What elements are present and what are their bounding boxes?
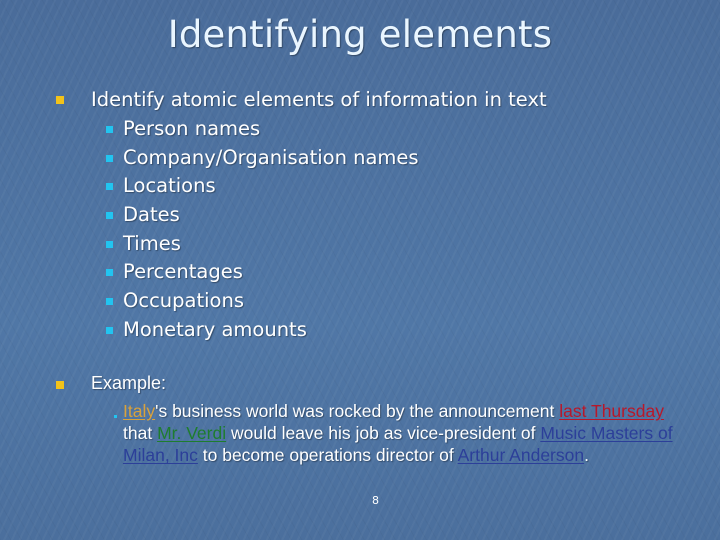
plain-text: would leave his job as vice-president of: [226, 423, 541, 443]
square-bullet-icon: [106, 269, 113, 276]
sub-item-text: Locations: [123, 174, 216, 197]
plain-text: .: [584, 445, 589, 465]
square-bullet-icon: [106, 212, 113, 219]
square-bullet-icon: [106, 183, 113, 190]
square-bullet-icon: [56, 96, 64, 104]
entity-location[interactable]: Italy: [123, 401, 155, 421]
entity-organisation[interactable]: Arthur Anderson: [458, 445, 584, 465]
entity-person[interactable]: Mr. Verdi: [157, 423, 226, 443]
sub-item-text: Dates: [123, 203, 180, 226]
small-bullet-icon: [114, 415, 117, 418]
plain-text: 's business world was rocked by the anno…: [155, 401, 560, 421]
sub-item-text: Percentages: [123, 260, 243, 283]
slide: Identifying elements Identify atomic ele…: [0, 0, 720, 540]
square-bullet-icon: [106, 298, 113, 305]
sub-item-text: Times: [123, 232, 181, 255]
page-number: 8: [372, 494, 379, 507]
sub-item-text: Company/Organisation names: [123, 146, 419, 169]
square-bullet-icon: [56, 381, 64, 389]
square-bullet-icon: [106, 241, 113, 248]
square-bullet-icon: [106, 327, 113, 334]
square-bullet-icon: [106, 155, 113, 162]
sub-item-text: Person names: [123, 117, 261, 140]
plain-text: to become operations director of: [197, 445, 458, 465]
example-sentence: Italy's business world was rocked by the…: [123, 400, 693, 466]
square-bullet-icon: [106, 126, 113, 133]
plain-text: that: [123, 423, 158, 443]
slide-title: Identifying elements: [167, 13, 553, 56]
sub-item-text: Monetary amounts: [123, 318, 307, 341]
bullet-text: Example:: [91, 373, 167, 393]
entity-date[interactable]: last Thursday: [559, 401, 664, 421]
bullet-text: Identify atomic elements of information …: [91, 88, 547, 111]
sub-item-text: Occupations: [123, 289, 244, 312]
